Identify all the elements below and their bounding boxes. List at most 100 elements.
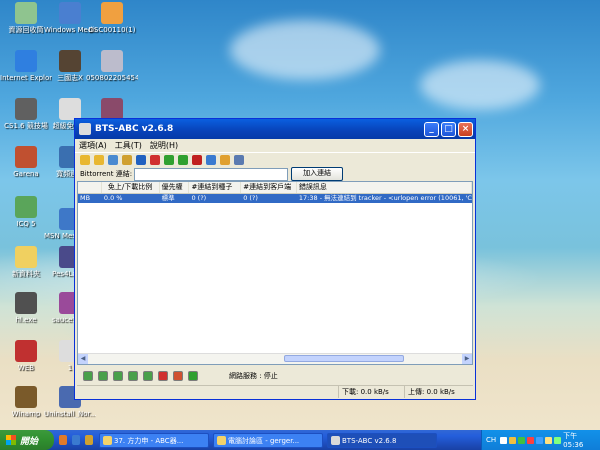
start-icon[interactable]: [164, 154, 174, 165]
refresh-icon[interactable]: [220, 154, 230, 165]
language-indicator[interactable]: CH: [486, 436, 496, 444]
scroll-right-icon[interactable]: ▶: [462, 354, 472, 364]
menu-help[interactable]: 說明(H): [150, 140, 178, 151]
tray-icon[interactable]: [554, 436, 562, 444]
list-header: 免上/下載比例 優先權 #連結到種子 #連結到客戶端 錯誤訊息: [78, 182, 473, 194]
task-bts-abc[interactable]: BTS-ABC v2.6.8: [327, 432, 437, 448]
desktop-icon-image: [59, 50, 81, 72]
col-priority[interactable]: 優先權: [160, 182, 190, 193]
status-bar: 下載: 0.0 kB/s 上傳: 0.0 kB/s: [77, 385, 473, 398]
tray-icon[interactable]: [545, 436, 553, 444]
cell-peers: 0 (?): [243, 194, 258, 202]
tray-icon[interactable]: [536, 436, 544, 444]
quick-launch-icon[interactable]: [85, 435, 93, 445]
quick-launch: [54, 435, 93, 445]
list-icon[interactable]: [234, 154, 244, 165]
desktop-icon-image: [15, 246, 37, 268]
add-icon[interactable]: [108, 154, 118, 165]
settings-icon[interactable]: [122, 154, 132, 165]
title-bar[interactable]: BTS-ABC v2.6.8 _ □ ×: [75, 119, 475, 139]
desktop-icon[interactable]: DSC00110(1): [86, 2, 138, 34]
task-label: BTS-ABC v2.6.8: [342, 436, 397, 445]
close-button[interactable]: ×: [458, 121, 473, 137]
tray-icon[interactable]: [500, 436, 508, 444]
start-button[interactable]: 開始: [0, 430, 54, 450]
move-up-icon[interactable]: [98, 370, 108, 381]
bittorrent-url-input[interactable]: [134, 167, 289, 181]
stop-icon[interactable]: [150, 154, 160, 165]
status-empty: [77, 386, 339, 398]
cell-error: 17:38 - 無法連結到 tracker - <urlopen error (…: [298, 194, 472, 202]
cell-name: MB: [80, 194, 91, 202]
resume-icon[interactable]: [188, 370, 198, 381]
start-label: 開始: [20, 436, 39, 447]
stop-all-icon[interactable]: [173, 370, 183, 381]
desktop-icon-image: [15, 50, 37, 72]
url-row: Bittorrent 連結: 加入連結: [75, 166, 475, 182]
menu-tools[interactable]: 工具(T): [115, 140, 142, 151]
move-down-one-icon[interactable]: [128, 370, 138, 381]
quick-launch-icon[interactable]: [72, 435, 80, 445]
desktop-icon-image: [15, 340, 37, 362]
horizontal-scrollbar[interactable]: ◀ ▶: [78, 353, 472, 364]
app-icon: [79, 123, 91, 135]
bts-abc-window[interactable]: BTS-ABC v2.6.8 _ □ × 選項(A) 工具(T) 說明(H) B…: [74, 118, 476, 400]
add-link-button[interactable]: 加入連結: [291, 167, 344, 181]
table-row[interactable]: MB 0.0 % 標準 0 (?) 0 (?) 17:38 - 無法連結到 tr…: [78, 194, 472, 203]
pause-icon[interactable]: [178, 154, 188, 165]
wallpaper-cloud: [420, 60, 540, 110]
browser-icon: [103, 435, 112, 445]
maximize-button[interactable]: □: [441, 121, 456, 137]
browser-icon: [217, 435, 226, 445]
scroll-thumb[interactable]: [284, 355, 404, 362]
task-music[interactable]: 37. 方力申 - ABC器...: [99, 432, 209, 448]
toolbar: [75, 152, 475, 166]
remove-icon[interactable]: [158, 370, 168, 381]
clock[interactable]: 下午 05:36: [563, 431, 594, 449]
desktop-icon-image: [59, 2, 81, 24]
tray-icon[interactable]: [527, 436, 535, 444]
web-icon[interactable]: [136, 154, 146, 165]
upload-speed: 上傳: 0.0 kB/s: [408, 388, 455, 396]
col-peers[interactable]: #連結到客戶端: [241, 182, 297, 193]
open-folder-icon[interactable]: [80, 154, 90, 165]
open-url-icon[interactable]: [94, 154, 104, 165]
desktop-icon[interactable]: 050802205454: [86, 50, 138, 82]
url-label: Bittorrent 連結:: [80, 170, 133, 178]
desktop-icon-image: [101, 2, 123, 24]
desktop-icon-image: [101, 50, 123, 72]
desktop-icon-image: [59, 98, 81, 120]
task-forum[interactable]: 電腦討論區 - gerger...: [213, 432, 323, 448]
scroll-left-icon[interactable]: ◀: [78, 354, 88, 364]
desktop-icon-image: [101, 98, 123, 120]
network-status: 網路服務 : 停止: [229, 371, 278, 380]
cell-seeds: 0 (?): [191, 194, 207, 202]
windows-flag-icon: [6, 435, 16, 445]
cell-ratio: 0.0 %: [103, 194, 123, 202]
col-name[interactable]: [78, 182, 102, 193]
menu-bar: 選項(A) 工具(T) 說明(H): [75, 139, 475, 152]
desktop-icon-label: DSC00110(1): [88, 26, 136, 34]
tray-icon[interactable]: [509, 436, 517, 444]
delete-icon[interactable]: [192, 154, 202, 165]
app-icon: [331, 435, 340, 445]
col-ratio[interactable]: 免上/下載比例: [102, 182, 160, 193]
move-up-one-icon[interactable]: [113, 370, 123, 381]
link-icon[interactable]: [206, 154, 216, 165]
menu-options[interactable]: 選項(A): [79, 140, 107, 151]
torrent-list[interactable]: 免上/下載比例 優先權 #連結到種子 #連結到客戶端 錯誤訊息 MB 0.0 %…: [77, 181, 473, 365]
move-top-icon[interactable]: [83, 370, 93, 381]
task-label: 電腦討論區 - gerger...: [228, 436, 300, 445]
col-seeds[interactable]: #連結到種子: [189, 182, 242, 193]
desktop-icon-image: [15, 2, 37, 24]
bottom-toolbar: 網路服務 : 停止: [77, 369, 473, 382]
cell-priority: 標準: [161, 194, 175, 202]
window-title: BTS-ABC v2.6.8: [95, 124, 174, 134]
quick-launch-icon[interactable]: [59, 435, 67, 445]
minimize-button[interactable]: _: [424, 121, 439, 137]
move-down-icon[interactable]: [143, 370, 153, 381]
task-label: 37. 方力申 - ABC器...: [114, 436, 184, 445]
col-error[interactable]: 錯誤訊息: [297, 182, 473, 193]
tray-icon[interactable]: [518, 436, 526, 444]
desktop-icon-image: [15, 292, 37, 314]
